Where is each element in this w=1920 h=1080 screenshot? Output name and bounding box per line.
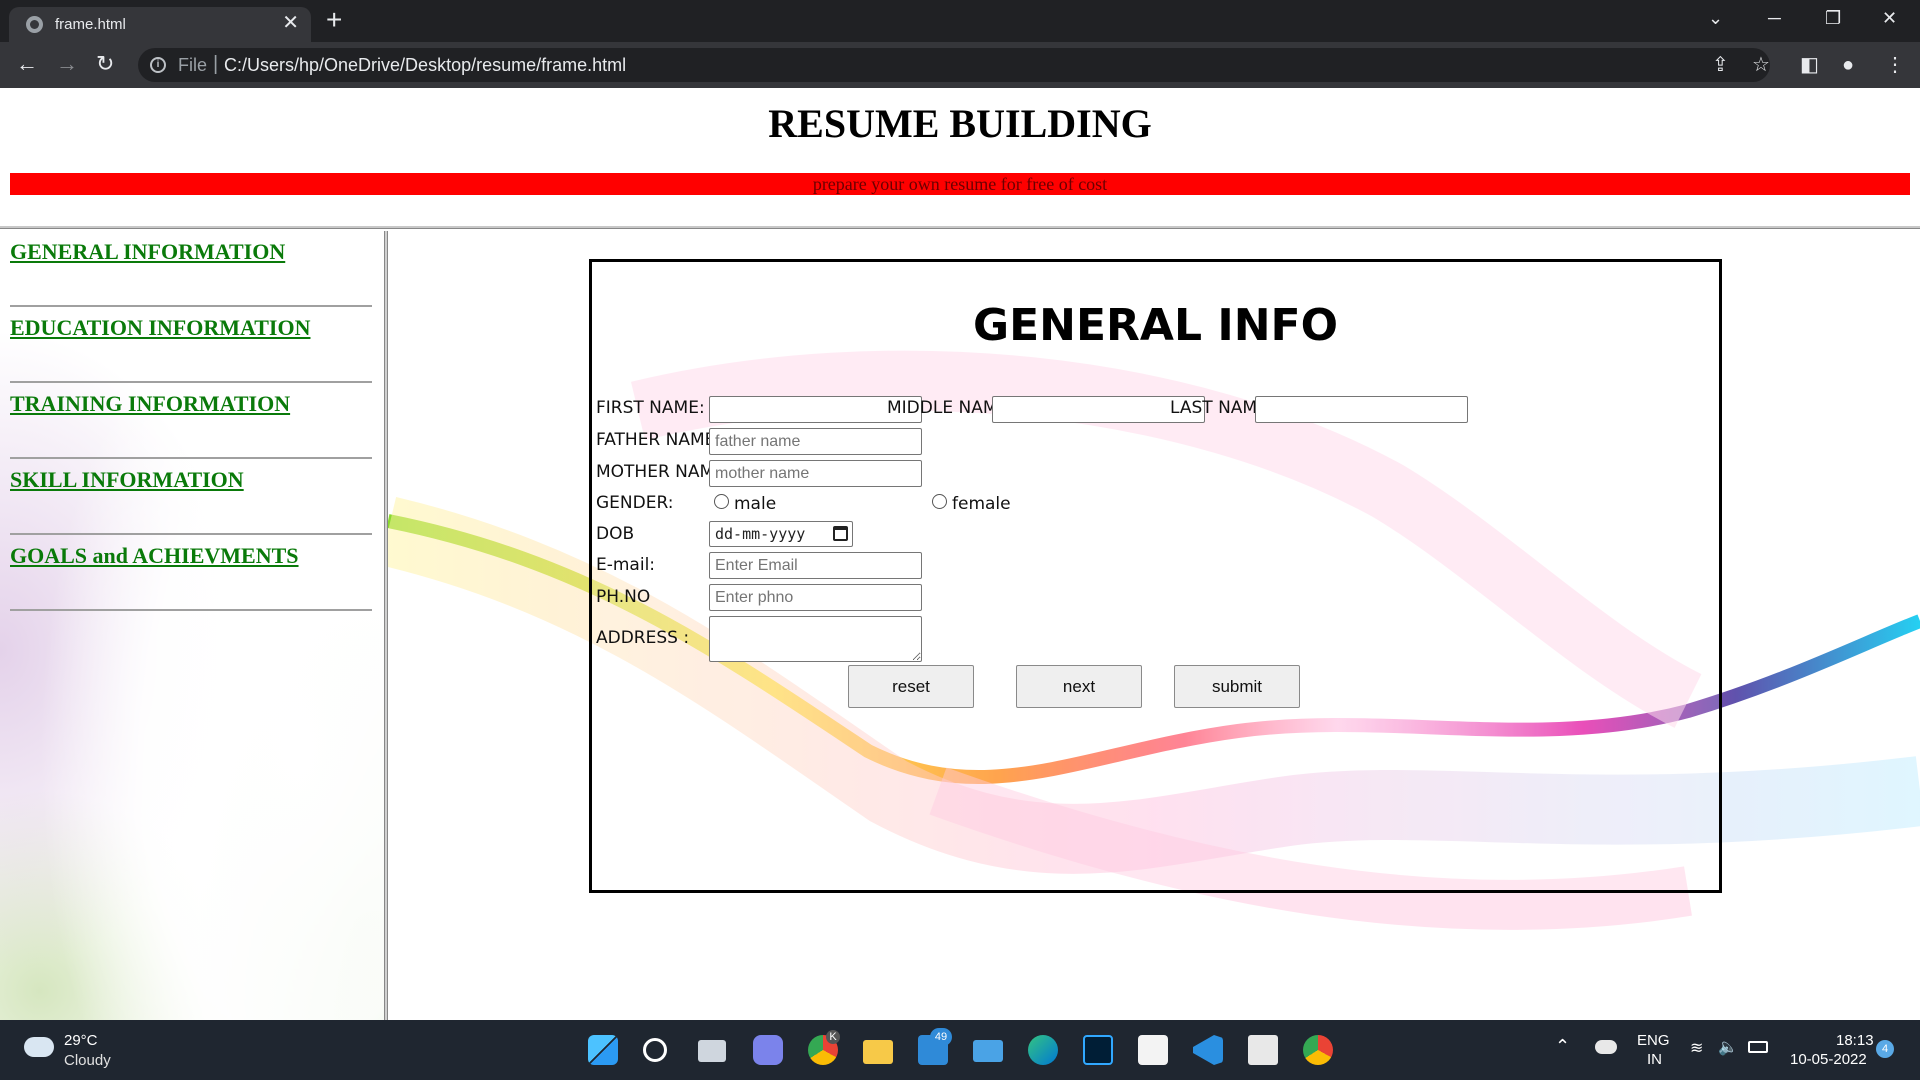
browser-tab[interactable]: frame.html ✕ xyxy=(9,7,311,42)
nav-link-education-information[interactable]: EDUCATION INFORMATION xyxy=(10,315,310,341)
nav-link-general-information[interactable]: GENERAL INFORMATION xyxy=(10,239,285,265)
general-info-form: GENERAL INFO FIRST NAME: MIDDLE NAME LAS… xyxy=(589,259,1722,893)
tagline-banner: prepare your own resume for free of cost xyxy=(10,173,1910,195)
battery-icon[interactable] xyxy=(1748,1041,1768,1053)
middle-name-label: MIDDLE NAME xyxy=(887,398,1009,418)
nav-link-training-information[interactable]: TRAINING INFORMATION xyxy=(10,391,290,417)
dob-date-input[interactable]: dd-mm-yyyy xyxy=(709,521,853,547)
gender-label: GENDER: xyxy=(596,493,674,513)
first-name-label: FIRST NAME: xyxy=(596,398,705,418)
menu-kebab-icon[interactable]: ⋮ xyxy=(1885,51,1905,79)
content-frame: GENERAL INFO FIRST NAME: MIDDLE NAME LAS… xyxy=(388,231,1920,1020)
browser-tab-strip: frame.html ✕ + ⌄ ─ ❐ ✕ xyxy=(0,0,1920,42)
scheme-label: File xyxy=(178,55,208,75)
close-window-icon[interactable]: ✕ xyxy=(1882,6,1897,30)
phone-label: PH.NO xyxy=(596,587,651,607)
cloud-icon[interactable] xyxy=(24,1037,54,1057)
forward-arrow-icon[interactable]: → xyxy=(56,50,78,78)
reload-icon[interactable]: ↻ xyxy=(96,50,114,78)
share-icon[interactable]: ⇪ xyxy=(1712,51,1729,79)
calendar-icon[interactable] xyxy=(833,526,848,541)
microsoft-store-icon[interactable] xyxy=(1138,1035,1168,1065)
address-label: ADDRESS : xyxy=(596,628,690,648)
address-bar[interactable]: i File | C:/Users/hp/OneDrive/Desktop/re… xyxy=(138,48,1770,82)
page-title: RESUME BUILDING xyxy=(768,101,1152,146)
photoshop-icon[interactable] xyxy=(1083,1035,1113,1065)
outlook-mail-icon[interactable] xyxy=(973,1040,1003,1062)
submit-button[interactable]: submit xyxy=(1174,665,1300,708)
vscode-icon[interactable] xyxy=(1193,1035,1223,1065)
tray-chevron-up-icon[interactable]: ⌃ xyxy=(1555,1036,1570,1057)
frame-divider-horizontal[interactable] xyxy=(0,226,1920,229)
tab-search-chevron-icon[interactable]: ⌄ xyxy=(1708,6,1723,30)
tab-title: frame.html xyxy=(55,16,126,33)
windows-start-icon[interactable] xyxy=(588,1035,618,1065)
clock-time[interactable]: 18:13 xyxy=(1836,1032,1874,1049)
chrome-profile-letter: K xyxy=(826,1030,840,1044)
gender-male-label: male xyxy=(734,494,777,514)
url-text[interactable]: C:/Users/hp/OneDrive/Desktop/resume/fram… xyxy=(224,55,626,76)
side-panel-icon[interactable]: ◧ xyxy=(1800,51,1819,79)
minimize-icon[interactable]: ─ xyxy=(1768,6,1781,30)
close-tab-icon[interactable]: ✕ xyxy=(282,13,299,33)
sidebar-item-general: GENERAL INFORMATION xyxy=(10,231,372,307)
chrome-icon[interactable] xyxy=(1303,1035,1333,1065)
teams-chat-icon[interactable] xyxy=(753,1035,783,1065)
phone-input[interactable] xyxy=(709,584,922,611)
url-separator: | xyxy=(213,53,219,75)
sidebar-item-education: EDUCATION INFORMATION xyxy=(10,307,372,383)
gender-female-label: female xyxy=(952,494,1011,514)
next-button[interactable]: next xyxy=(1016,665,1142,708)
form-title: GENERAL INFO xyxy=(973,300,1338,351)
search-icon[interactable] xyxy=(643,1038,667,1062)
last-name-input[interactable] xyxy=(1255,396,1468,423)
weather-temperature[interactable]: 29°C xyxy=(64,1032,98,1049)
edge-icon[interactable] xyxy=(1028,1035,1058,1065)
back-arrow-icon[interactable]: ← xyxy=(16,50,38,78)
sidebar-item-training: TRAINING INFORMATION xyxy=(10,383,372,459)
file-explorer-icon[interactable] xyxy=(863,1040,893,1064)
header-frame: RESUME BUILDING prepare your own resume … xyxy=(0,88,1920,230)
language-label[interactable]: ENG xyxy=(1637,1032,1670,1049)
sidebar-item-skill: SKILL INFORMATION xyxy=(10,459,372,535)
mail-badge: 49 xyxy=(930,1028,952,1046)
clock-date[interactable]: 10-05-2022 xyxy=(1790,1051,1867,1068)
nav-link-goals-achievements[interactable]: GOALS and ACHIEVMENTS xyxy=(10,543,299,569)
nav-link-skill-information[interactable]: SKILL INFORMATION xyxy=(10,467,244,493)
gender-male-radio[interactable] xyxy=(714,494,729,509)
email-input[interactable] xyxy=(709,552,922,579)
snipping-tool-icon[interactable] xyxy=(1248,1035,1278,1065)
restore-icon[interactable]: ❐ xyxy=(1825,6,1841,30)
weather-condition[interactable]: Cloudy xyxy=(64,1052,111,1069)
speaker-icon[interactable]: 🔈 xyxy=(1718,1037,1738,1057)
sidebar-frame: GENERAL INFORMATION EDUCATION INFORMATIO… xyxy=(0,231,384,1020)
father-name-input[interactable] xyxy=(709,428,922,455)
browser-toolbar: ← → ↻ i File | C:/Users/hp/OneDrive/Desk… xyxy=(0,42,1920,88)
info-icon[interactable]: i xyxy=(150,57,166,73)
globe-icon xyxy=(26,16,43,33)
tagline-text: prepare your own resume for free of cost xyxy=(812,174,1108,194)
father-name-label: FATHER NAME: xyxy=(596,430,722,450)
sidebar-item-goals: GOALS and ACHIEVMENTS xyxy=(10,535,372,611)
region-label[interactable]: IN xyxy=(1647,1051,1662,1068)
gender-female-radio[interactable] xyxy=(932,494,947,509)
page-viewport: RESUME BUILDING prepare your own resume … xyxy=(0,88,1920,1020)
bookmark-star-icon[interactable]: ☆ xyxy=(1752,51,1770,79)
onedrive-cloud-icon[interactable] xyxy=(1595,1040,1617,1054)
profile-icon[interactable]: ● xyxy=(1842,51,1854,79)
reset-button[interactable]: reset xyxy=(848,665,974,708)
windows-taskbar: 29°C Cloudy K 49 ⌃ ENG IN ≋ 🔈 18:13 10-0… xyxy=(0,1020,1920,1080)
mother-name-input[interactable] xyxy=(709,460,922,487)
dob-value: dd-mm-yyyy xyxy=(715,525,806,543)
email-label: E-mail: xyxy=(596,555,656,575)
notification-count-badge[interactable]: 4 xyxy=(1876,1040,1894,1058)
wifi-icon[interactable]: ≋ xyxy=(1690,1038,1703,1058)
task-view-icon[interactable] xyxy=(698,1040,726,1062)
new-tab-button[interactable]: + xyxy=(326,5,342,35)
dob-label: DOB xyxy=(596,524,635,544)
address-textarea[interactable] xyxy=(709,616,922,662)
